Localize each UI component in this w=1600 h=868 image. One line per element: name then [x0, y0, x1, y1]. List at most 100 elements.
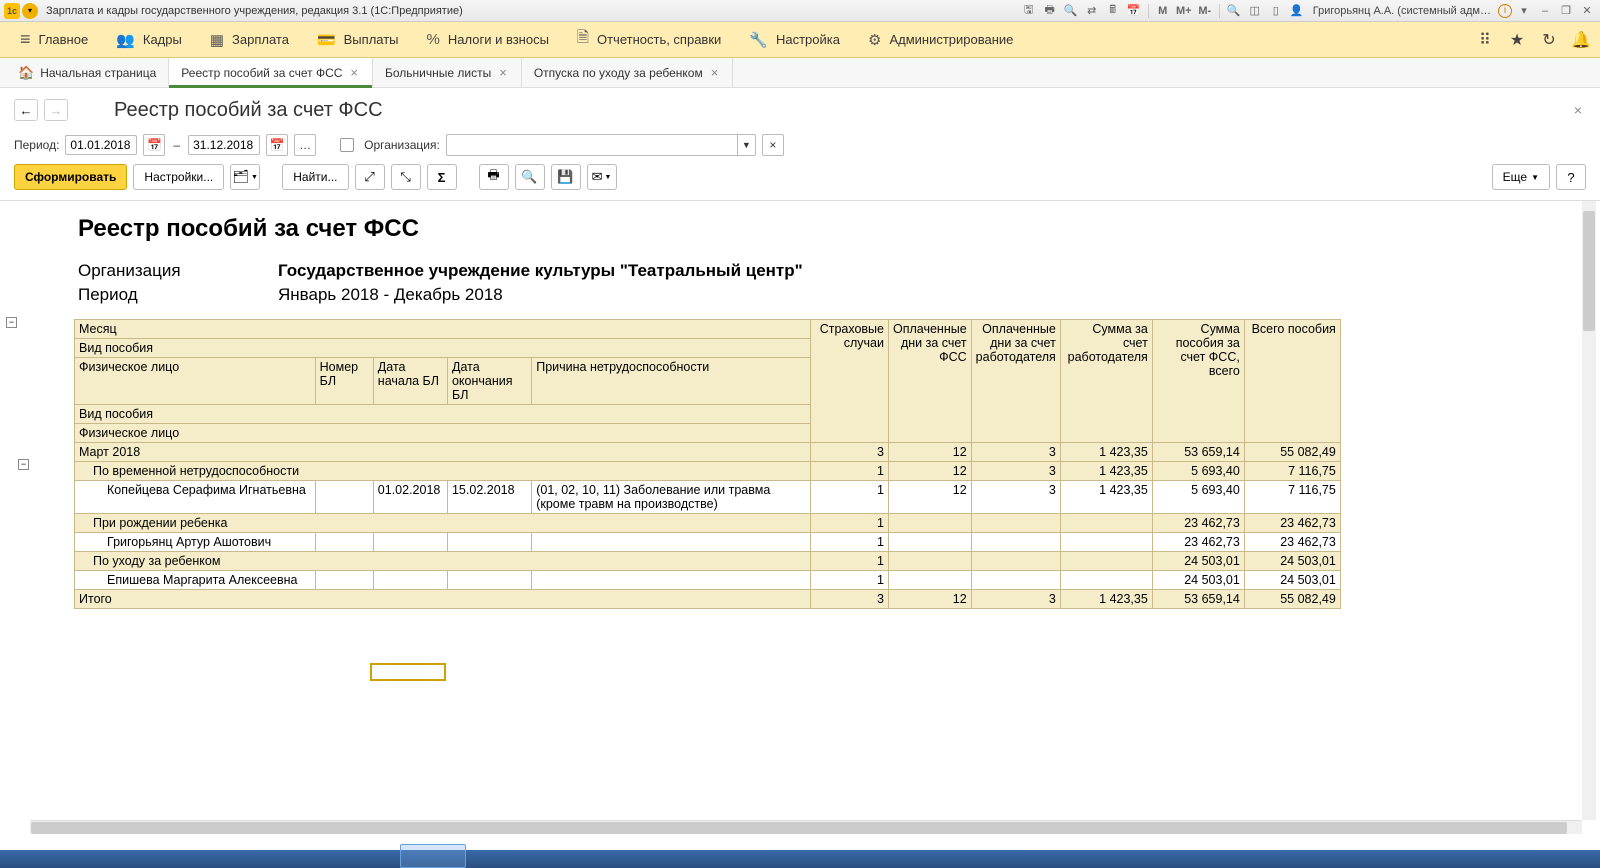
zoom-icon[interactable]: 🔍: [1225, 3, 1243, 19]
th-paid-emp: Оплаченные дни за счет работодателя: [971, 320, 1060, 443]
main-menu: ≡Главное 👥Кадры ▦Зарплата 💳Выплаты %Нало…: [0, 22, 1600, 58]
close-icon[interactable]: ×: [348, 65, 360, 80]
chevron-down-icon[interactable]: ▼: [737, 135, 755, 155]
variants-button[interactable]: 🗂▼: [230, 164, 260, 190]
close-icon[interactable]: ×: [709, 65, 721, 80]
menu-label: Зарплата: [232, 32, 289, 47]
settings-button[interactable]: Настройки...: [133, 164, 224, 190]
table-row[interactable]: По уходу за ребенком124 503,0124 503,01: [75, 552, 1341, 571]
close-icon[interactable]: ×: [497, 65, 509, 80]
print-button[interactable]: 🖶: [479, 164, 509, 190]
page-close-button[interactable]: ×: [1570, 98, 1586, 122]
table-row[interactable]: Март 201831231 423,3553 659,1455 082,49: [75, 443, 1341, 462]
menu-admin[interactable]: ⚙Администрирование: [854, 22, 1027, 58]
menu-label: Настройка: [776, 32, 840, 47]
calc-icon[interactable]: 🖩: [1104, 3, 1122, 19]
org-label: Организация:: [364, 138, 440, 152]
menu-label: Отчетность, справки: [597, 32, 721, 47]
menu-settings[interactable]: 🔧Настройка: [735, 22, 854, 58]
calendar-from-button[interactable]: 📅: [143, 134, 165, 156]
table-row[interactable]: При рождении ребенка123 462,7323 462,73: [75, 514, 1341, 533]
org-checkbox[interactable]: [340, 138, 354, 152]
save-icon[interactable]: 🖫: [1020, 3, 1038, 19]
menu-personnel[interactable]: 👥Кадры: [102, 22, 196, 58]
find-button[interactable]: Найти...: [282, 164, 348, 190]
period-more-button[interactable]: …: [294, 134, 316, 156]
sum-button[interactable]: Σ: [427, 164, 457, 190]
selected-cell[interactable]: [370, 663, 446, 681]
os-taskbar[interactable]: [0, 850, 1600, 868]
chevron-down-icon[interactable]: ▾: [1515, 3, 1533, 19]
close-icon[interactable]: ✕: [1578, 3, 1596, 19]
table-row[interactable]: Епишева Маргарита Алексеевна124 503,0124…: [75, 571, 1341, 590]
menu-main[interactable]: ≡Главное: [6, 22, 102, 58]
date-to-input[interactable]: [188, 135, 260, 155]
titlebar-icons: 🖫 🖶 🔍 ⇄ 🖩 📅 M M+ M- 🔍 ◫ ▯ 👤 Григорьянц А…: [1020, 3, 1596, 19]
preview-button[interactable]: 🔍: [515, 164, 545, 190]
m-plus-icon[interactable]: M+: [1175, 3, 1193, 19]
period-meta-label: Период: [78, 285, 258, 305]
table-row[interactable]: Копейцева Серафима Игнатьевна01.02.20181…: [75, 481, 1341, 514]
total-label: Итого: [75, 590, 811, 609]
th-sum-emp: Сумма за счет работодателя: [1060, 320, 1152, 443]
generate-button[interactable]: Сформировать: [14, 164, 127, 190]
minimize-icon[interactable]: –: [1536, 3, 1554, 19]
menu-reports[interactable]: 🗎Отчетность, справки: [563, 22, 735, 58]
vertical-scrollbar[interactable]: [1582, 201, 1596, 820]
total-sfss: 53 659,14: [1152, 590, 1244, 609]
apps-icon[interactable]: ⠿: [1472, 27, 1498, 53]
preview-icon[interactable]: 🔍: [1062, 3, 1080, 19]
report-toolbar: Сформировать Настройки... 🗂▼ Найти... ⤢ …: [0, 164, 1600, 200]
menu-taxes[interactable]: %Налоги и взносы: [413, 22, 563, 58]
tree-gutter: − −: [0, 201, 30, 820]
tree-toggle[interactable]: −: [6, 317, 17, 328]
calendar-to-button[interactable]: 📅: [266, 134, 288, 156]
m-icon[interactable]: M: [1154, 3, 1172, 19]
total-semp: 1 423,35: [1060, 590, 1152, 609]
save-button[interactable]: 💾: [551, 164, 581, 190]
th-bl-end: Дата окончания БЛ: [447, 358, 531, 405]
tab-sick-leaves[interactable]: Больничные листы×: [373, 58, 522, 87]
windows-icon[interactable]: ◫: [1246, 3, 1264, 19]
nav-back-button[interactable]: ←: [14, 99, 38, 121]
expand-button[interactable]: ⤢: [355, 164, 385, 190]
m-minus-icon[interactable]: M-: [1196, 3, 1214, 19]
horizontal-scrollbar[interactable]: [30, 820, 1582, 834]
org-clear-button[interactable]: ×: [762, 134, 784, 156]
tree-toggle[interactable]: −: [18, 459, 29, 470]
more-button[interactable]: Еще ▼: [1492, 164, 1550, 190]
panel-icon[interactable]: ▯: [1267, 3, 1285, 19]
help-button[interactable]: ?: [1556, 164, 1586, 190]
email-button[interactable]: ✉▼: [587, 164, 617, 190]
filter-bar: Период: 📅 – 📅 … Организация: ▼ ×: [0, 134, 1600, 164]
menu-salary[interactable]: ▦Зарплата: [196, 22, 303, 58]
table-row[interactable]: Григорьянц Артур Ашотович123 462,7323 46…: [75, 533, 1341, 552]
tab-childcare-leaves[interactable]: Отпуска по уходу за ребенком×: [522, 58, 734, 87]
star-icon[interactable]: ★: [1504, 27, 1530, 53]
menu-label: Главное: [39, 32, 89, 47]
info-icon[interactable]: i: [1498, 4, 1512, 18]
total-stot: 55 082,49: [1244, 590, 1340, 609]
user-name[interactable]: Григорьянц А.А. (системный адм…: [1309, 5, 1495, 17]
date-from-input[interactable]: [65, 135, 137, 155]
org-select[interactable]: ▼: [446, 134, 756, 156]
menu-label: Администрирование: [889, 32, 1013, 47]
app-menu-icon[interactable]: ▾: [22, 3, 38, 19]
calendar-icon[interactable]: 📅: [1125, 3, 1143, 19]
history-icon[interactable]: ↻: [1536, 27, 1562, 53]
tab-fss-registry[interactable]: Реестр пособий за счет ФСС×: [169, 58, 373, 87]
print-icon[interactable]: 🖶: [1041, 3, 1059, 19]
user-icon: 👤: [1288, 3, 1306, 19]
nav-forward-button[interactable]: →: [44, 99, 68, 121]
report-scroll[interactable]: Реестр пособий за счет ФСС Организация Г…: [30, 201, 1582, 820]
taskbar-active-window[interactable]: [400, 844, 466, 868]
compare-icon[interactable]: ⇄: [1083, 3, 1101, 19]
menu-payments[interactable]: 💳Выплаты: [303, 22, 413, 58]
tab-label: Начальная страница: [40, 66, 156, 80]
tab-home[interactable]: 🏠Начальная страница: [6, 58, 169, 87]
collapse-button[interactable]: ⤡: [391, 164, 421, 190]
table-row[interactable]: По временной нетрудоспособности11231 423…: [75, 462, 1341, 481]
th-person2: Физическое лицо: [75, 424, 811, 443]
bell-icon[interactable]: 🔔: [1568, 27, 1594, 53]
maximize-icon[interactable]: ❐: [1557, 3, 1575, 19]
